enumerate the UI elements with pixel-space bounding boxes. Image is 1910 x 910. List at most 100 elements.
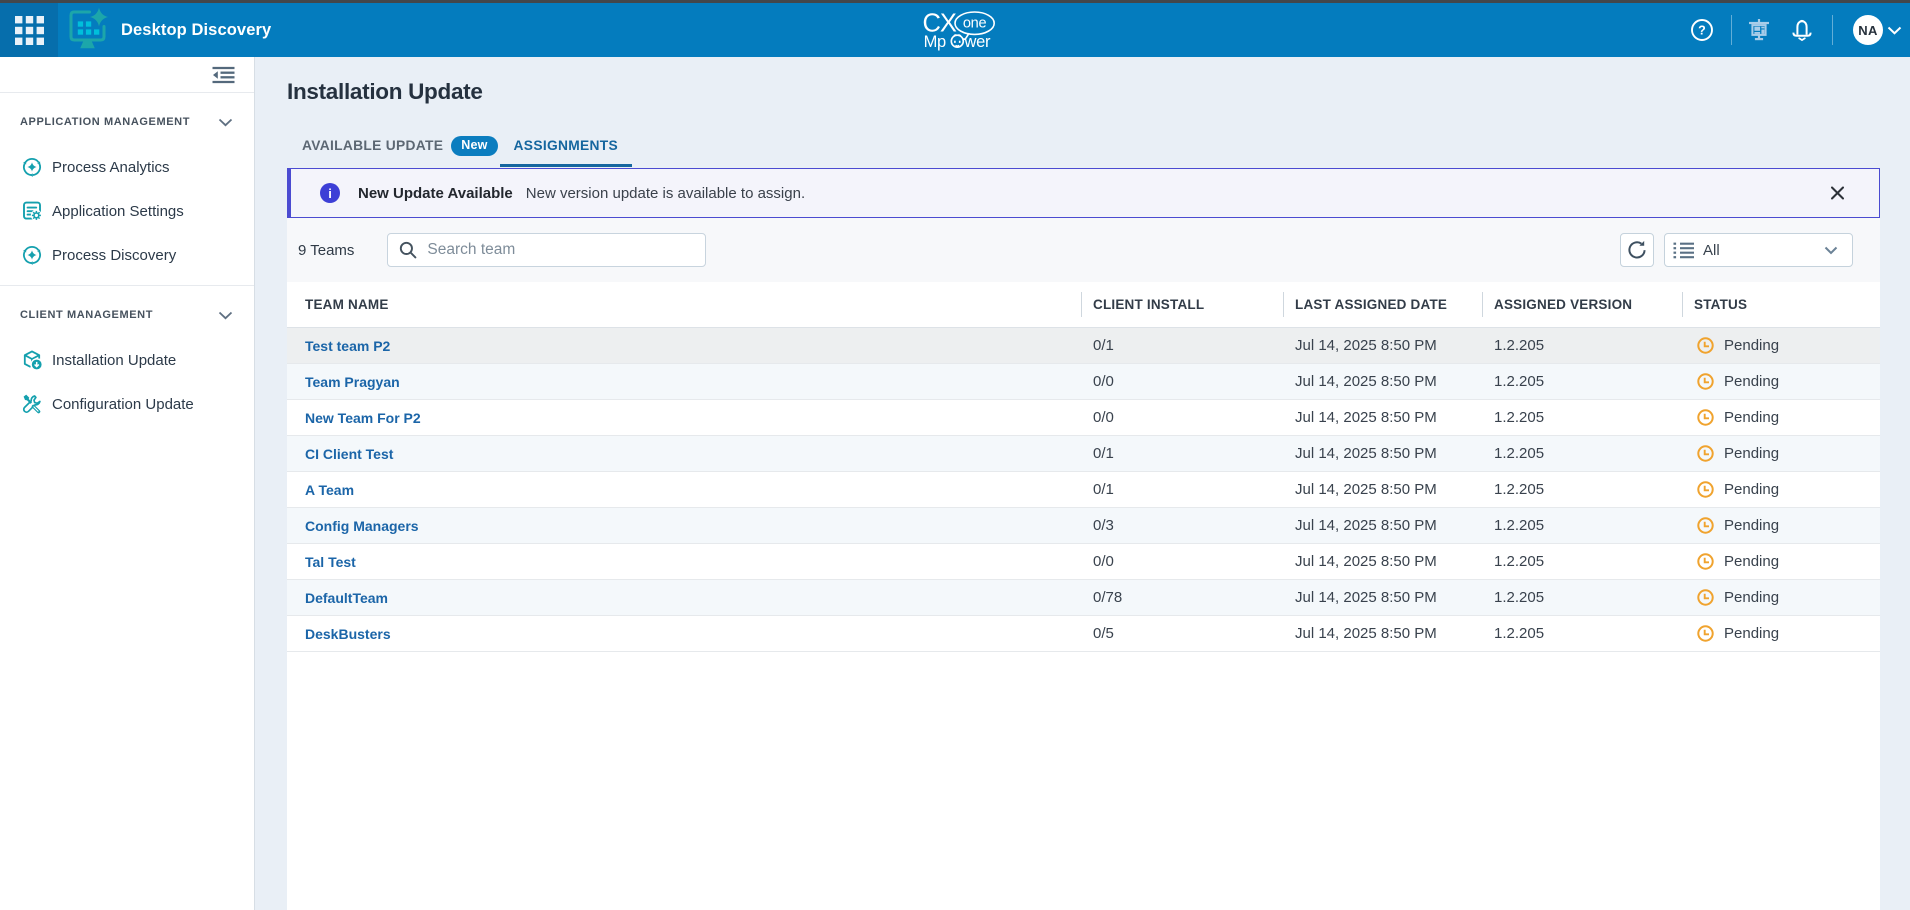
info-icon: i: [320, 183, 340, 203]
team-name-link[interactable]: A Team: [287, 472, 1081, 507]
top-bar-divider: [1731, 15, 1732, 45]
search-icon: [399, 241, 417, 259]
table-row[interactable]: Tal Test0/0Jul 14, 2025 8:50 PM1.2.205 Pe…: [287, 544, 1880, 580]
svg-text:one: one: [963, 16, 987, 32]
help-button[interactable]: ?: [1690, 18, 1714, 42]
team-name-link[interactable]: DeskBusters: [287, 616, 1081, 651]
svg-text:Mp: Mp: [924, 33, 946, 51]
team-name-link[interactable]: Team Pragyan: [287, 364, 1081, 399]
status-cell: Pending: [1682, 328, 1880, 363]
new-badge: New: [451, 136, 497, 156]
banner-close-button[interactable]: [1831, 187, 1844, 200]
table-row[interactable]: CI Client Test0/1Jul 14, 2025 8:50 PM1.2…: [287, 436, 1880, 472]
last-assigned-date-cell: Jul 14, 2025 8:50 PM: [1283, 544, 1482, 579]
column-header-client-install[interactable]: CLIENT INSTALL: [1081, 282, 1283, 327]
chevron-down-icon: [218, 311, 233, 320]
team-name-link[interactable]: Config Managers: [287, 508, 1081, 543]
pending-clock-icon-svg: [1696, 552, 1715, 571]
table-header: TEAM NAME CLIENT INSTALL LAST ASSIGNED D…: [287, 282, 1880, 328]
status-cell: Pending: [1682, 472, 1880, 507]
desktop-discovery-app-icon: [66, 7, 108, 53]
last-assigned-date-cell: Jul 14, 2025 8:50 PM: [1283, 436, 1482, 471]
waffle-grid-icon: [15, 16, 44, 45]
tabs: AVAILABLE UPDATE New ASSIGNMENTS: [302, 132, 1880, 167]
client-install-cell: 0/3: [1081, 508, 1283, 543]
sidebar-section-header[interactable]: APPLICATION MANAGEMENT: [20, 110, 233, 134]
tab-assignments-label: ASSIGNMENTS: [514, 138, 619, 153]
table-row[interactable]: Team Pragyan0/0Jul 14, 2025 8:50 PM1.2.2…: [287, 364, 1880, 400]
status-cell: Pending: [1682, 508, 1880, 543]
sidebar-item-installation-update[interactable]: Installation Update: [0, 338, 254, 382]
sidebar-section-header[interactable]: CLIENT MANAGEMENT: [20, 303, 233, 327]
client-install-cell: 0/0: [1081, 544, 1283, 579]
column-header-status[interactable]: STATUS: [1682, 282, 1880, 327]
table-row[interactable]: New Team For P20/0Jul 14, 2025 8:50 PM1.…: [287, 400, 1880, 436]
team-name-link[interactable]: CI Client Test: [287, 436, 1081, 471]
status-inner: Pending: [1694, 408, 1779, 427]
tab-available-update-label: AVAILABLE UPDATE: [302, 138, 443, 153]
sidebar-collapse-row: [0, 57, 254, 93]
pending-clock-icon-svg: [1696, 408, 1715, 427]
pending-clock-icon: [1696, 624, 1715, 643]
status-label: Pending: [1724, 373, 1779, 390]
sidebar-item-configuration-update[interactable]: Configuration Update: [0, 382, 254, 426]
user-menu-chevron-icon: [1887, 26, 1902, 35]
assigned-version-cell: 1.2.205: [1482, 472, 1682, 507]
search-box: [387, 233, 706, 267]
assigned-version-cell: 1.2.205: [1482, 580, 1682, 615]
status-inner: Pending: [1694, 480, 1779, 499]
status-label: Pending: [1724, 625, 1779, 642]
client-install-cell: 0/0: [1081, 364, 1283, 399]
avatar: NA: [1853, 15, 1883, 45]
sidebar-item-process-analytics[interactable]: Process Analytics: [0, 145, 254, 189]
main-content: Installation Update AVAILABLE UPDATE New…: [255, 57, 1910, 910]
status-inner: Pending: [1694, 588, 1779, 607]
sidebar-item-application-settings[interactable]: Application Settings: [0, 189, 254, 233]
sidebar: APPLICATION MANAGEMENT Process AnalyticsA…: [0, 57, 255, 910]
assigned-version-cell: 1.2.205: [1482, 400, 1682, 435]
user-menu[interactable]: NA: [1853, 15, 1910, 45]
sidebar-item-process-discovery[interactable]: Process Discovery: [0, 233, 254, 277]
cxone-mpower-logo: CX one Mp wer: [921, 8, 999, 56]
screen-share-button[interactable]: [1748, 19, 1770, 41]
table-row[interactable]: A Team0/1Jul 14, 2025 8:50 PM1.2.205Pend…: [287, 472, 1880, 508]
table-row[interactable]: DeskBusters0/5Jul 14, 2025 8:50 PM1.2.20…: [287, 616, 1880, 652]
sidebar-section-label: CLIENT MANAGEMENT: [20, 309, 153, 321]
status-cell: Pending: [1682, 544, 1880, 579]
table-row[interactable]: Config Managers0/3Jul 14, 2025 8:50 PM1.…: [287, 508, 1880, 544]
pending-clock-icon: [1696, 336, 1715, 355]
notifications-button[interactable]: [1789, 17, 1815, 43]
team-name-link[interactable]: Tal Test: [287, 544, 1081, 579]
filter-dropdown[interactable]: All: [1664, 233, 1853, 267]
assigned-version-cell: 1.2.205: [1482, 544, 1682, 579]
team-name-link[interactable]: DefaultTeam: [287, 580, 1081, 615]
app-launcher-button[interactable]: [0, 3, 58, 57]
column-header-last-assigned-date[interactable]: LAST ASSIGNED DATE: [1283, 282, 1482, 327]
team-name-link[interactable]: New Team For P2: [287, 400, 1081, 435]
tab-assignments[interactable]: ASSIGNMENTS: [500, 132, 633, 167]
process-discovery-icon: [21, 244, 43, 266]
column-header-assigned-version[interactable]: ASSIGNED VERSION: [1482, 282, 1682, 327]
pending-clock-icon: [1696, 408, 1715, 427]
team-name-link[interactable]: Test team P2: [287, 328, 1081, 363]
status-inner: Pending: [1694, 552, 1779, 571]
configuration-update-icon: [21, 393, 43, 415]
tab-available-update[interactable]: AVAILABLE UPDATE New: [302, 132, 498, 167]
status-inner: Pending: [1694, 444, 1779, 463]
pending-clock-icon-svg: [1696, 624, 1715, 643]
refresh-icon: [1626, 239, 1648, 261]
pending-clock-icon-svg: [1696, 336, 1715, 355]
status-cell: Pending: [1682, 364, 1880, 399]
table-row[interactable]: Test team P20/1Jul 14, 2025 8:50 PM1.2.2…: [287, 328, 1880, 364]
refresh-button[interactable]: [1620, 233, 1654, 267]
client-install-cell: 0/0: [1081, 400, 1283, 435]
banner-message: New version update is available to assig…: [526, 185, 805, 202]
installation-update-icon-svg: [21, 349, 43, 371]
filter-value: All: [1703, 242, 1720, 259]
table-row[interactable]: DefaultTeam0/78Jul 14, 2025 8:50 PM1.2.2…: [287, 580, 1880, 616]
search-input[interactable]: [427, 241, 695, 259]
page-title: Installation Update: [287, 78, 1880, 106]
column-header-team-name[interactable]: TEAM NAME: [287, 282, 1081, 327]
pending-clock-icon: [1696, 372, 1715, 391]
collapse-sidebar-button[interactable]: [212, 66, 235, 84]
